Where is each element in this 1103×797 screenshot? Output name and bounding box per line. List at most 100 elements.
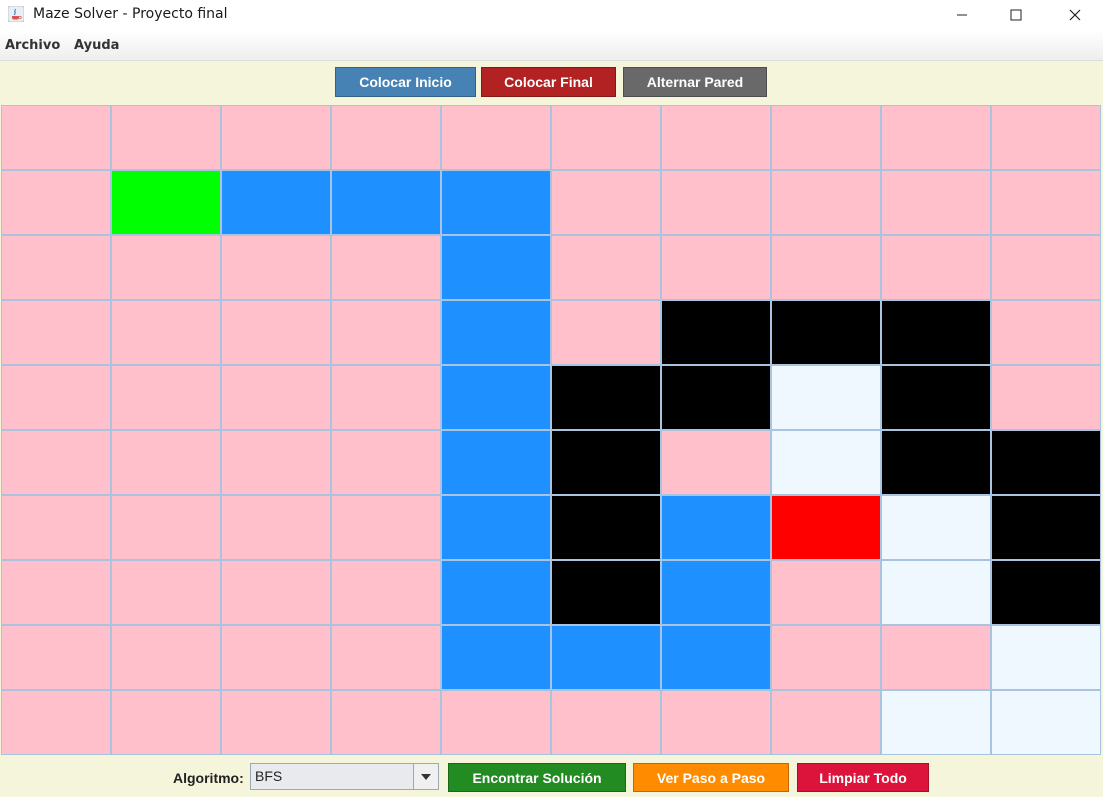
maze-cell-start[interactable] xyxy=(111,170,221,235)
limpiar-todo-button[interactable]: Limpiar Todo xyxy=(797,763,929,792)
maze-cell-empty[interactable] xyxy=(1,365,111,430)
maze-cell-empty[interactable] xyxy=(331,690,441,755)
maze-cell-path[interactable] xyxy=(441,235,551,300)
maze-cell-empty[interactable] xyxy=(1,625,111,690)
maze-cell-visited[interactable] xyxy=(881,690,991,755)
maze-cell-path[interactable] xyxy=(441,300,551,365)
maze-cell-wall[interactable] xyxy=(771,300,881,365)
maze-cell-path[interactable] xyxy=(551,625,661,690)
maze-cell-wall[interactable] xyxy=(661,365,771,430)
alternar-pared-button[interactable]: Alternar Pared xyxy=(623,67,767,97)
maze-cell-empty[interactable] xyxy=(111,625,221,690)
maze-cell-empty[interactable] xyxy=(1,430,111,495)
maze-cell-path[interactable] xyxy=(661,560,771,625)
maze-cell-empty[interactable] xyxy=(771,625,881,690)
maze-cell-empty[interactable] xyxy=(111,690,221,755)
maze-cell-empty[interactable] xyxy=(331,235,441,300)
close-button[interactable] xyxy=(1052,0,1098,30)
maze-cell-empty[interactable] xyxy=(1,235,111,300)
maze-cell-empty[interactable] xyxy=(991,170,1101,235)
maze-cell-empty[interactable] xyxy=(331,625,441,690)
maze-cell-wall[interactable] xyxy=(551,365,661,430)
menu-ayuda[interactable]: Ayuda xyxy=(74,38,119,53)
maze-cell-empty[interactable] xyxy=(551,170,661,235)
maze-cell-empty[interactable] xyxy=(441,690,551,755)
maze-cell-empty[interactable] xyxy=(991,105,1101,170)
maze-cell-end[interactable] xyxy=(771,495,881,560)
maze-cell-empty[interactable] xyxy=(771,690,881,755)
maze-cell-empty[interactable] xyxy=(111,430,221,495)
maze-cell-visited[interactable] xyxy=(881,495,991,560)
maze-cell-visited[interactable] xyxy=(991,690,1101,755)
maze-cell-empty[interactable] xyxy=(221,105,331,170)
maze-cell-empty[interactable] xyxy=(111,560,221,625)
maze-cell-empty[interactable] xyxy=(1,560,111,625)
maze-cell-wall[interactable] xyxy=(551,560,661,625)
maze-cell-empty[interactable] xyxy=(551,690,661,755)
maze-cell-empty[interactable] xyxy=(221,560,331,625)
maze-cell-wall[interactable] xyxy=(991,430,1101,495)
maze-cell-empty[interactable] xyxy=(221,430,331,495)
maze-cell-visited[interactable] xyxy=(771,430,881,495)
maze-cell-empty[interactable] xyxy=(771,105,881,170)
maze-cell-path[interactable] xyxy=(331,170,441,235)
maze-cell-path[interactable] xyxy=(221,170,331,235)
maze-cell-empty[interactable] xyxy=(1,690,111,755)
maximize-button[interactable] xyxy=(993,0,1039,30)
algorithm-select[interactable]: BFS xyxy=(250,763,439,790)
maze-cell-empty[interactable] xyxy=(991,235,1101,300)
maze-cell-path[interactable] xyxy=(661,495,771,560)
maze-cell-empty[interactable] xyxy=(111,105,221,170)
maze-cell-empty[interactable] xyxy=(221,235,331,300)
maze-cell-path[interactable] xyxy=(441,430,551,495)
colocar-final-button[interactable]: Colocar Final xyxy=(481,67,616,97)
maze-cell-wall[interactable] xyxy=(661,300,771,365)
maze-cell-visited[interactable] xyxy=(991,625,1101,690)
maze-cell-wall[interactable] xyxy=(881,430,991,495)
maze-cell-empty[interactable] xyxy=(331,560,441,625)
maze-cell-empty[interactable] xyxy=(221,625,331,690)
maze-cell-empty[interactable] xyxy=(551,300,661,365)
maze-cell-empty[interactable] xyxy=(331,365,441,430)
maze-cell-empty[interactable] xyxy=(881,105,991,170)
maze-cell-wall[interactable] xyxy=(551,495,661,560)
maze-cell-empty[interactable] xyxy=(771,170,881,235)
minimize-button[interactable] xyxy=(939,0,985,30)
maze-cell-empty[interactable] xyxy=(331,105,441,170)
maze-cell-empty[interactable] xyxy=(661,430,771,495)
maze-cell-empty[interactable] xyxy=(991,365,1101,430)
maze-cell-empty[interactable] xyxy=(1,495,111,560)
maze-cell-wall[interactable] xyxy=(991,495,1101,560)
maze-cell-wall[interactable] xyxy=(551,430,661,495)
maze-cell-empty[interactable] xyxy=(881,625,991,690)
maze-cell-empty[interactable] xyxy=(551,235,661,300)
maze-cell-empty[interactable] xyxy=(661,235,771,300)
maze-cell-empty[interactable] xyxy=(771,235,881,300)
maze-cell-path[interactable] xyxy=(441,170,551,235)
maze-cell-visited[interactable] xyxy=(881,560,991,625)
maze-cell-empty[interactable] xyxy=(221,300,331,365)
colocar-inicio-button[interactable]: Colocar Inicio xyxy=(335,67,476,97)
maze-cell-visited[interactable] xyxy=(771,365,881,430)
maze-cell-empty[interactable] xyxy=(111,300,221,365)
maze-cell-path[interactable] xyxy=(441,365,551,430)
maze-cell-empty[interactable] xyxy=(111,495,221,560)
maze-cell-empty[interactable] xyxy=(661,170,771,235)
ver-paso-a-paso-button[interactable]: Ver Paso a Paso xyxy=(633,763,789,792)
maze-cell-empty[interactable] xyxy=(1,170,111,235)
maze-cell-empty[interactable] xyxy=(771,560,881,625)
maze-cell-empty[interactable] xyxy=(331,300,441,365)
maze-cell-path[interactable] xyxy=(441,560,551,625)
maze-cell-path[interactable] xyxy=(441,625,551,690)
maze-cell-wall[interactable] xyxy=(881,365,991,430)
maze-cell-empty[interactable] xyxy=(331,495,441,560)
maze-cell-path[interactable] xyxy=(441,495,551,560)
maze-cell-empty[interactable] xyxy=(881,170,991,235)
maze-cell-empty[interactable] xyxy=(441,105,551,170)
maze-cell-path[interactable] xyxy=(661,625,771,690)
maze-cell-empty[interactable] xyxy=(331,430,441,495)
maze-grid[interactable] xyxy=(1,105,1101,755)
maze-cell-empty[interactable] xyxy=(551,105,661,170)
menu-archivo[interactable]: Archivo xyxy=(5,38,60,53)
maze-cell-empty[interactable] xyxy=(221,690,331,755)
